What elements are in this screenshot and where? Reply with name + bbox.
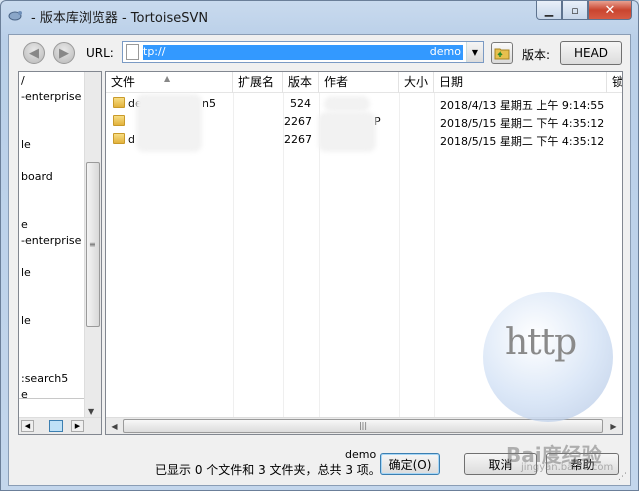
column-header-lock[interactable]: 锁 — [607, 72, 622, 93]
folder-icon — [113, 115, 125, 126]
redaction-blur — [324, 96, 370, 112]
date-cell: 2018/5/15 星期二 下午 4:35:12 — [440, 117, 605, 130]
tree-horizontal-scrollbar[interactable]: ◀ ▶ — [19, 417, 101, 434]
tree-item[interactable]: -enterprise — [21, 234, 81, 247]
tree-separator — [19, 398, 85, 399]
title-bar[interactable]: - 版本库浏览器 - TortoiseSVN ▁ ▫ ✕ — [1, 1, 638, 29]
scroll-right-arrow-icon[interactable]: ▶ — [71, 420, 84, 432]
watermark-brand-sub: jingyan.baidu.com — [521, 462, 614, 473]
date-cell: 2018/5/15 星期二 下午 4:35:12 — [440, 135, 605, 148]
back-button[interactable]: ◀ — [23, 42, 45, 64]
file-name: d — [128, 133, 135, 146]
revision-cell: 2267 — [284, 133, 312, 146]
watermark-globe: http — [483, 292, 613, 422]
column-header-revision[interactable]: 版本 — [283, 72, 319, 93]
repo-browser-window: - 版本库浏览器 - TortoiseSVN ▁ ▫ ✕ ◀ ▶ URL: tp… — [0, 0, 639, 491]
revision-label: 版本: — [522, 48, 551, 62]
resize-grip-icon[interactable]: ⋰ — [618, 472, 627, 482]
forward-button[interactable]: ▶ — [53, 42, 75, 64]
url-text-end: demo — [429, 45, 461, 58]
folder-icon — [113, 133, 125, 144]
column-header-author[interactable]: 作者 — [319, 72, 399, 93]
tree-item[interactable]: -enterprise — [21, 90, 81, 103]
url-text-start: tp:// — [143, 45, 166, 58]
tree-item[interactable]: board — [21, 170, 53, 183]
minimize-button[interactable]: ▁ — [536, 1, 562, 20]
close-button[interactable]: ✕ — [588, 1, 632, 20]
scroll-left-arrow-icon[interactable]: ◀ — [107, 420, 122, 432]
sort-arrow-icon: ▲ — [164, 74, 171, 83]
date-cell: 2018/4/13 星期五 上午 9:14:55 — [440, 99, 605, 112]
folder-up-icon — [494, 48, 510, 60]
repository-tree[interactable]: / -enterprise le board e -enterprise le … — [18, 71, 102, 435]
window-title: - 版本库浏览器 - TortoiseSVN — [31, 11, 209, 26]
folder-icon — [113, 97, 125, 108]
status-path: demo — [345, 448, 377, 461]
chevron-down-icon[interactable]: ▼ — [466, 42, 483, 62]
revision-cell: 2267 — [284, 115, 312, 128]
column-headers: 文件 ▲ 扩展名 版本 作者 大小 日期 锁 — [106, 72, 622, 93]
tree-item[interactable]: :search5 — [21, 372, 68, 385]
revision-cell: 524 — [290, 97, 311, 110]
revision-head-button[interactable]: HEAD — [560, 41, 622, 65]
scroll-down-arrow-icon[interactable]: ▼ — [88, 407, 94, 416]
url-combobox[interactable]: tp:// demo ▼ — [122, 41, 484, 63]
scroll-left-arrow-icon[interactable]: ◀ — [21, 420, 34, 432]
tree-item[interactable]: e — [21, 218, 28, 231]
tree-item[interactable]: le — [21, 138, 31, 151]
ok-button[interactable]: 确定(O) — [380, 453, 440, 475]
scroll-thumb[interactable] — [49, 420, 63, 432]
browse-folder-button[interactable] — [491, 42, 513, 64]
column-header-extension[interactable]: 扩展名 — [233, 72, 283, 93]
column-header-date[interactable]: 日期 — [434, 72, 607, 93]
tree-item[interactable]: / — [21, 74, 25, 87]
scroll-grip: ||| — [358, 421, 368, 430]
scroll-right-arrow-icon[interactable]: ▶ — [606, 420, 621, 432]
watermark-text: http — [505, 322, 577, 363]
redaction-blur — [318, 112, 376, 152]
page-icon — [126, 44, 139, 60]
tree-vertical-scrollbar[interactable]: ≡ ▼ — [84, 72, 101, 419]
column-header-size[interactable]: 大小 — [399, 72, 434, 93]
url-label: URL: — [86, 46, 114, 60]
maximize-button[interactable]: ▫ — [562, 1, 588, 20]
url-input[interactable]: tp:// demo — [143, 45, 463, 60]
tree-item[interactable]: e — [21, 388, 28, 401]
tree-item[interactable]: le — [21, 266, 31, 279]
column-label: 文件 — [111, 75, 136, 89]
status-text: 已显示 0 个文件和 3 文件夹，总共 3 项。 — [155, 463, 381, 477]
tortoise-app-icon — [8, 11, 22, 21]
column-header-file[interactable]: 文件 ▲ — [106, 72, 233, 93]
redaction-blur — [136, 94, 202, 152]
grip-icon: ≡ — [89, 240, 96, 249]
scroll-thumb[interactable]: ||| — [123, 419, 603, 433]
file-name-end: n5 — [202, 97, 216, 110]
tree-item[interactable]: le — [21, 314, 31, 327]
